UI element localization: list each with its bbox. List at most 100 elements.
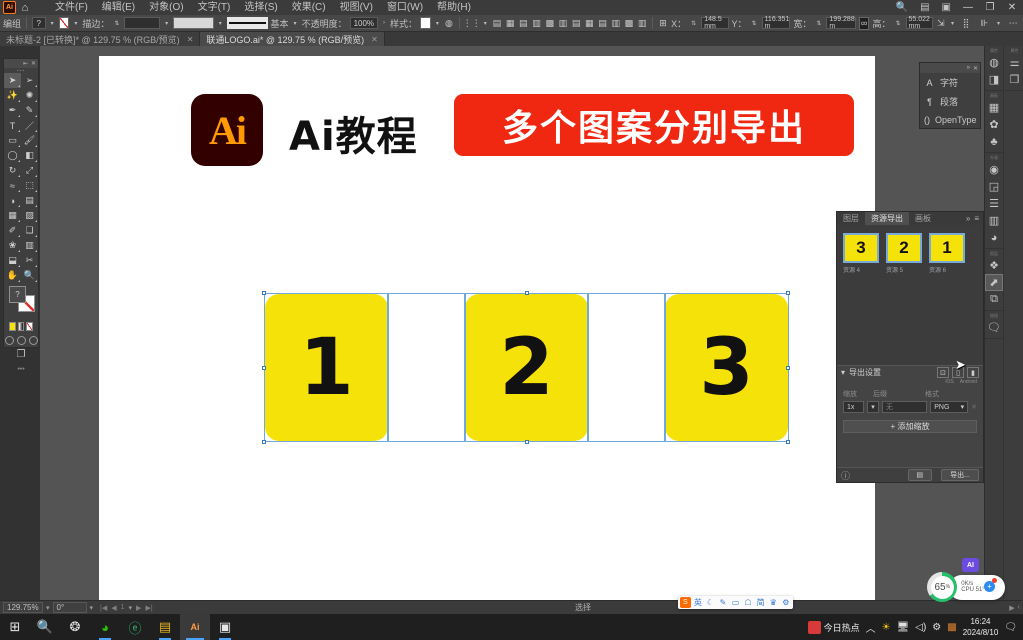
line-segment-tool[interactable]: ／	[21, 118, 38, 133]
sogou-ime-logo-icon[interactable]: S	[680, 597, 691, 608]
direct-selection-tool[interactable]: ➢	[21, 73, 38, 88]
align-options-icon[interactable]: ⋮⋮	[463, 17, 481, 30]
ime-keyboard-icon[interactable]: ▭	[730, 598, 741, 607]
shaper-tool[interactable]: ◯	[4, 148, 21, 163]
scale-dropdown-icon[interactable]: ▾	[867, 401, 879, 413]
stroke-weight-input[interactable]	[124, 17, 161, 29]
artboard[interactable]: Ai Ai教程 多个图案分别导出 1 2 3	[99, 56, 875, 612]
curvature-tool[interactable]: ✎	[21, 103, 38, 118]
asset-list[interactable]: 3 资源 4 2 资源 5 1 资源 6	[837, 225, 983, 365]
opacity-dropdown-icon[interactable]: ›	[381, 20, 387, 26]
artboard-number-input[interactable]: 1	[121, 604, 125, 612]
minimize-button[interactable]: —	[957, 2, 979, 13]
close-button[interactable]: ✕	[1001, 2, 1023, 13]
link-proportions-icon[interactable]: ∞	[858, 16, 870, 30]
selection-handle[interactable]	[525, 291, 529, 295]
zoom-level-input[interactable]: 129.75%	[3, 602, 43, 613]
ime-simplified-icon[interactable]: 简	[755, 597, 766, 608]
distribute-bottom-icon[interactable]: ▤	[597, 17, 607, 30]
lasso-tool[interactable]: ✺	[21, 88, 38, 103]
stroke-weight-dropdown-icon[interactable]: ▾	[163, 20, 170, 27]
tab-layers[interactable]: 图层	[837, 212, 865, 225]
prev-artboard-button[interactable]: ◀	[111, 604, 116, 612]
notification-center-icon[interactable]: 🗨	[1004, 622, 1017, 633]
update-icon[interactable]: ☀	[882, 622, 891, 633]
slice-tool[interactable]: ✂	[21, 253, 38, 268]
ai-logo-artwork[interactable]: Ai	[191, 94, 263, 166]
eraser-tool[interactable]: ◧	[21, 148, 38, 163]
scale-input[interactable]: 1x	[843, 401, 865, 413]
stroke-panel-icon[interactable]: ☰	[985, 195, 1003, 212]
align-center-h-icon[interactable]: ▦	[505, 17, 515, 30]
pen-tool[interactable]: ✒	[4, 103, 21, 118]
selection-handle[interactable]	[262, 366, 266, 370]
rectangle-tool[interactable]: ▭	[4, 133, 21, 148]
more-options-icon[interactable]: ⋯	[1006, 17, 1020, 30]
collapse-icon[interactable]: ⇤	[23, 60, 28, 67]
wechat-icon[interactable]: ◕	[90, 614, 120, 640]
none-swatch-icon[interactable]	[26, 322, 34, 331]
style-dropdown-icon[interactable]: ▾	[434, 20, 441, 27]
appearance-panel-icon[interactable]: ◉	[985, 161, 1003, 178]
info-icon[interactable]: ⓘ	[841, 469, 850, 482]
align-bottom-icon[interactable]: ▥	[558, 17, 568, 30]
gradient-swatch-icon[interactable]	[17, 322, 25, 331]
security-icon[interactable]: ⚙	[932, 622, 941, 633]
y-stepper-icon[interactable]: ⇅	[750, 20, 759, 27]
asset-item[interactable]: 3 资源 4	[843, 233, 879, 357]
maximize-button[interactable]: ❐	[979, 2, 1001, 13]
arrange-objects-icon[interactable]: ⣿	[959, 17, 973, 30]
panel-menu-icon[interactable]: ≡	[974, 214, 979, 223]
start-button[interactable]: ⊞	[0, 614, 30, 640]
h-stepper-icon[interactable]: ⇅	[893, 20, 902, 27]
width-profile-dropdown-icon[interactable]: ▾	[217, 20, 224, 27]
selection-handle[interactable]	[525, 440, 529, 444]
export-button[interactable]: 导出...	[941, 469, 979, 481]
show-hidden-icons-chevron[interactable]: ︿	[866, 620, 876, 635]
volume-icon[interactable]: ◁)	[915, 622, 926, 633]
artwork-heading[interactable]: Ai教程	[289, 104, 418, 162]
reference-point-icon[interactable]: ⊞	[658, 17, 668, 30]
panel-item-character[interactable]: A 字符	[920, 73, 980, 92]
ime-toolbar[interactable]: S 英 ☾ ✎ ▭ ☖ 简 ♛ ⚙	[678, 596, 793, 609]
asset-item[interactable]: 2 资源 5	[886, 233, 922, 357]
asset-name-label[interactable]: 资源 6	[929, 263, 965, 274]
artboard-dropdown-icon[interactable]: ▾	[129, 604, 133, 612]
asset-thumbnail[interactable]: 3	[843, 233, 879, 263]
menu-item-view[interactable]: 视图(V)	[333, 0, 380, 15]
screen-mode-icon[interactable]: ❐	[4, 345, 38, 360]
menu-item-effect[interactable]: 效果(C)	[285, 0, 333, 15]
collapse-icon[interactable]: »	[967, 65, 970, 71]
menu-item-select[interactable]: 选择(S)	[237, 0, 284, 15]
menu-item-help[interactable]: 帮助(H)	[430, 0, 478, 15]
w-stepper-icon[interactable]: ⇅	[814, 20, 823, 27]
menu-item-type[interactable]: 文字(T)	[191, 0, 238, 15]
fill-swatch[interactable]: ?	[31, 17, 46, 29]
hot-topics-button[interactable]: 今日热点	[807, 620, 860, 634]
select-similar-icon[interactable]: ⊪	[977, 17, 991, 30]
rotate-view-input[interactable]: 0°	[52, 602, 87, 613]
ime-pen-icon[interactable]: ✎	[718, 598, 729, 607]
distribute-spacing-icon[interactable]: ▥	[637, 17, 647, 30]
transform-icon[interactable]: ⇲	[936, 17, 946, 30]
draw-inside-icon[interactable]	[28, 336, 38, 345]
ime-globe-icon[interactable]: ♛	[768, 598, 779, 607]
tab-artboards[interactable]: 画板	[909, 212, 937, 225]
remove-scale-icon[interactable]: ✕	[971, 403, 977, 411]
recolor-artwork-icon[interactable]: ◍	[444, 17, 454, 30]
asset-thumbnail[interactable]: 2	[886, 233, 922, 263]
last-artboard-button[interactable]: ▶|	[145, 604, 152, 612]
type-tool[interactable]: T	[4, 118, 21, 133]
stroke-dropdown-icon[interactable]: ▾	[72, 20, 79, 27]
shape-builder-tool[interactable]: ◑	[4, 193, 21, 208]
symbols-panel-icon[interactable]: ✿	[985, 116, 1003, 133]
close-icon[interactable]: ✕	[371, 35, 378, 44]
opacity-input[interactable]: 100%	[349, 17, 379, 29]
document-tab-untitled[interactable]: 未标题-2 [已转换]* @ 129.75 % (RGB/预览) ✕	[0, 32, 201, 46]
arrange-documents-icon[interactable]: ▤	[914, 2, 935, 13]
close-icon[interactable]: ✕	[187, 35, 194, 44]
artboard-tool[interactable]: ⬓	[4, 253, 21, 268]
file-explorer-icon[interactable]: ▤	[150, 614, 180, 640]
rotate-tool[interactable]: ↻	[4, 163, 21, 178]
ime-moon-icon[interactable]: ☾	[705, 598, 716, 607]
